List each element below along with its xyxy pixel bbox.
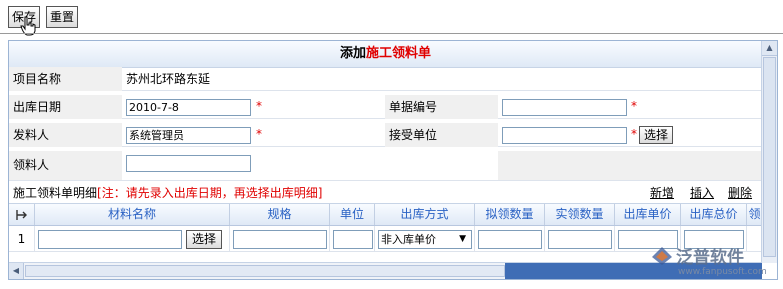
- detail-title-text: 施工领料单明细: [13, 186, 98, 200]
- date-required-mark: *: [256, 99, 262, 113]
- col-truncated: 领: [748, 207, 761, 221]
- detail-grid-header: 材料名称 规格 单位 出库方式 拟领数量 实领数量 出库单价 出库总价 领: [9, 204, 762, 226]
- spec-input[interactable]: [233, 230, 327, 249]
- doc-no-label: 单据编号: [385, 95, 498, 119]
- col-unit-price: 出库单价: [615, 204, 681, 225]
- project-row: 项目名称 苏州北环路东延: [9, 67, 762, 91]
- method-select-value: 非入库单价: [381, 233, 436, 246]
- receiver-row: 领料人: [9, 151, 762, 181]
- col-actual-qty: 实领数量: [545, 204, 615, 225]
- delete-row-link[interactable]: 删除: [728, 182, 752, 204]
- method-select[interactable]: 非入库单价 ▼: [378, 230, 472, 249]
- doc-no-input[interactable]: [502, 99, 627, 116]
- vertical-scroll-thumb[interactable]: [763, 57, 776, 257]
- unit-cell: [330, 226, 375, 252]
- empty-cell: [498, 151, 762, 180]
- issuer-row: 发料人 系统管理员 * 接受单位 * 选择: [9, 123, 762, 147]
- detail-title: 施工领料单明细[注：请先录入出库日期，再选择出库明细]: [13, 182, 322, 204]
- col-method: 出库方式: [375, 204, 475, 225]
- add-row-link[interactable]: 新增: [650, 182, 674, 204]
- unit-input[interactable]: [333, 230, 373, 249]
- watermark-text: 泛普软件: [676, 248, 744, 268]
- col-unit: 单位: [330, 204, 375, 225]
- detail-bar: 施工领料单明细[注：请先录入出库日期，再选择出库明细] 新增 插入 删除: [9, 182, 762, 204]
- receiver-unit-select-button[interactable]: 选择: [639, 126, 673, 144]
- toolbar-divider: [0, 33, 783, 34]
- form-title: 添加施工领料单: [9, 41, 762, 68]
- issuer-required-mark: *: [256, 127, 262, 141]
- material-cell: 选择: [35, 226, 230, 252]
- material-input[interactable]: [38, 230, 182, 249]
- project-value: 苏州北环路东延: [126, 72, 211, 86]
- chevron-down-icon: ▼: [459, 234, 466, 244]
- col-total-price: 出库总价: [681, 204, 747, 225]
- vertical-scrollbar[interactable]: ▲: [761, 41, 777, 263]
- receiver-unit-required-mark: *: [631, 127, 637, 141]
- method-cell: 非入库单价 ▼: [375, 226, 475, 252]
- date-label: 出库日期: [9, 95, 122, 119]
- row-selector-icon[interactable]: [9, 204, 35, 225]
- material-select-button[interactable]: 选择: [186, 230, 222, 249]
- col-planned-qty: 拟领数量: [475, 204, 545, 225]
- doc-no-required-mark: *: [631, 99, 637, 113]
- detail-note: [注：请先录入出库日期，再选择出库明细]: [97, 186, 323, 200]
- date-row: 出库日期 2010-7-8 * 单据编号 *: [9, 95, 762, 119]
- receiver-unit-label: 接受单位: [385, 123, 498, 147]
- horizontal-scroll-thumb[interactable]: [25, 265, 505, 277]
- actual-qty-input[interactable]: [548, 230, 612, 249]
- actual-qty-cell: [545, 226, 615, 252]
- receiver-label: 领料人: [9, 151, 122, 180]
- issuer-label: 发料人: [9, 123, 122, 147]
- title-highlight: 施工领料单: [366, 46, 432, 61]
- planned-qty-cell: [475, 226, 545, 252]
- scroll-up-icon[interactable]: ▲: [762, 41, 777, 56]
- title-prefix: 添加: [339, 46, 366, 61]
- project-label: 项目名称: [9, 67, 122, 91]
- issuer-input[interactable]: 系统管理员: [126, 127, 251, 144]
- insert-row-link[interactable]: 插入: [690, 182, 714, 204]
- row-index: 1: [9, 226, 35, 252]
- receiver-input[interactable]: [126, 155, 251, 172]
- receiver-unit-input[interactable]: [502, 127, 627, 144]
- scroll-left-icon[interactable]: ◀: [9, 263, 24, 279]
- col-material: 材料名称: [35, 204, 230, 225]
- planned-qty-input[interactable]: [478, 230, 542, 249]
- col-spec: 规格: [230, 204, 330, 225]
- date-input[interactable]: 2010-7-8: [126, 99, 251, 116]
- watermark-logo-icon: [652, 247, 672, 265]
- reset-button[interactable]: 重置: [46, 6, 78, 28]
- spec-cell: [230, 226, 330, 252]
- watermark-url: www.fanpusoft.com: [678, 267, 767, 277]
- watermark-logo: 泛普软件 www.fanpusoft.com: [650, 243, 780, 283]
